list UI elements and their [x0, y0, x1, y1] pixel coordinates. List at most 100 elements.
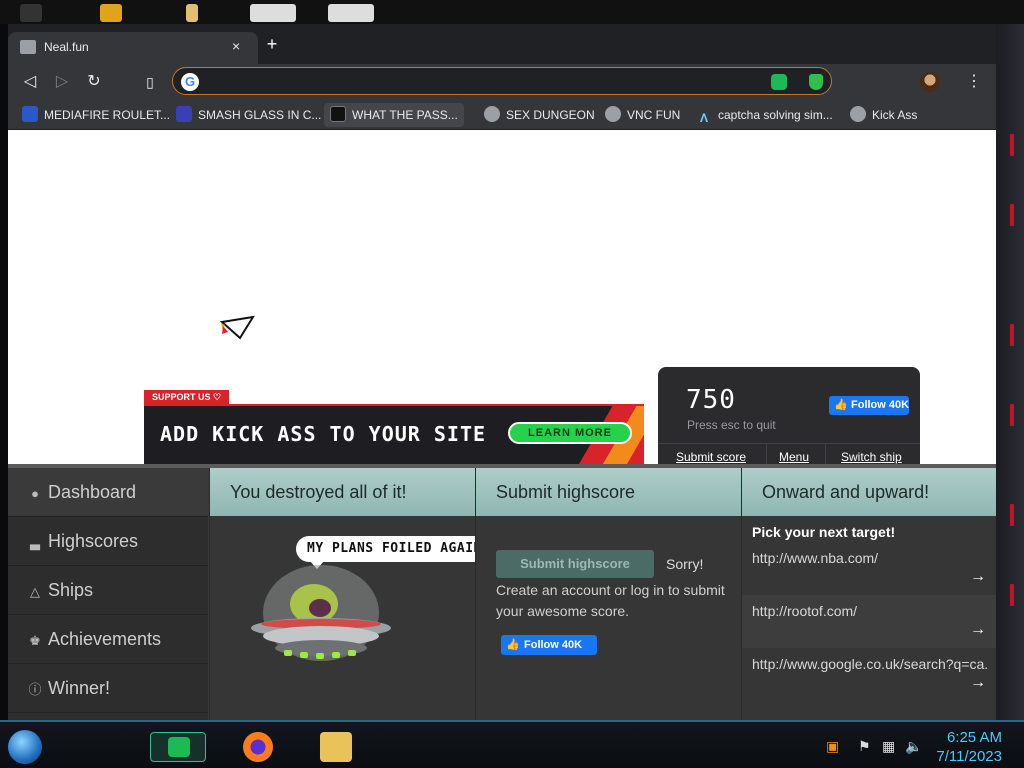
bookmark-label: MEDIAFIRE ROULET...: [44, 108, 171, 122]
thumbs-up-icon: 👍: [506, 639, 520, 651]
score-value: 750: [686, 385, 736, 415]
facebook-follow-button[interactable]: 👍 Follow 40K: [829, 396, 909, 415]
gear-icon: [605, 106, 621, 122]
podium-icon: ▃: [30, 535, 40, 550]
arrow-right-icon: →: [970, 674, 986, 691]
sidebar-item-winner[interactable]: ⓘ Winner!: [8, 664, 208, 713]
bookmark-vnc-fun[interactable]: VNC FUN: [605, 103, 680, 127]
bookmark-label: VNC FUN: [627, 108, 681, 122]
target-link[interactable]: http://rootof.com/ →: [742, 595, 996, 648]
address-input[interactable]: [207, 72, 757, 92]
desktop-icon[interactable]: [328, 4, 374, 22]
submit-highscore-header: Submit highscore: [476, 468, 741, 516]
reload-icon[interactable]: ↻: [82, 70, 106, 94]
submit-highscore-body: Submit highscore Sorry! Create an accoun…: [476, 516, 741, 720]
sidebar-item-achievements[interactable]: ♚ Achievements: [8, 615, 208, 664]
submit-score-link[interactable]: Submit score: [676, 450, 746, 464]
menu-link[interactable]: Menu: [779, 450, 809, 464]
bookmark-smash-glass[interactable]: SMASH GLASS IN C...: [176, 103, 321, 127]
switch-ship-link[interactable]: Switch ship: [841, 450, 902, 464]
frame-accent: [1010, 404, 1014, 426]
close-icon[interactable]: ×: [232, 38, 240, 54]
tab-nealfun[interactable]: Neal.fun ×: [8, 32, 258, 64]
system-clock[interactable]: 6:25 AM 7/11/2023: [930, 728, 1002, 766]
file-explorer-icon[interactable]: [320, 732, 352, 762]
next-target-body: Pick your next target! http://www.nba.co…: [742, 516, 996, 720]
target-link[interactable]: http://www.nba.com/ →: [742, 542, 996, 595]
firefox-icon[interactable]: [243, 732, 273, 762]
bookmark-captcha-sim[interactable]: Λcaptcha solving sim...: [696, 103, 833, 127]
frame-accent: [1010, 134, 1014, 156]
user-icon: ●: [31, 486, 39, 501]
network-icon[interactable]: ▦: [882, 738, 895, 755]
bookmarks-bar: MEDIAFIRE ROULET... SMASH GLASS IN C... …: [8, 100, 996, 130]
address-bar[interactable]: G: [172, 67, 832, 95]
tab-strip: Neal.fun × +: [8, 24, 996, 64]
support-us-tag[interactable]: SUPPORT US ♡: [144, 390, 230, 404]
extension-icon[interactable]: [771, 74, 787, 90]
add-kick-ass-banner[interactable]: ADD KICK ASS TO YOUR SITE LEARN MORE: [144, 404, 644, 464]
tray-app-icon[interactable]: ▣: [826, 738, 839, 755]
notes-icon: [168, 737, 190, 757]
submit-highscore-column: Submit highscore Submit highscore Sorry!…: [475, 468, 741, 720]
new-tab-button[interactable]: +: [262, 34, 282, 54]
browser-window: Neal.fun × + ◁ ▷ ↻ ▯ G ⋮ MEDIAFIRE ROULE…: [8, 24, 996, 720]
create-account-text[interactable]: Create an account or log in to submit yo…: [496, 580, 726, 622]
page-content[interactable]: SUPPORT US ♡ ADD KICK ASS TO YOUR SITE L…: [8, 130, 996, 720]
info-icon: ⓘ: [28, 682, 42, 697]
bookmark-label: SEX DUNGEON: [506, 108, 595, 122]
destroyed-header: You destroyed all of it!: [210, 468, 475, 516]
arrow-right-icon: →: [970, 568, 986, 585]
bookmark-sex-dungeon[interactable]: SEX DUNGEON: [484, 103, 595, 127]
esc-hint: Press esc to quit: [687, 418, 776, 432]
sidebar-item-highscores[interactable]: ▃ Highscores: [8, 517, 208, 566]
facebook-follow-button[interactable]: 👍 Follow 40K: [501, 635, 597, 655]
arrow-right-icon: →: [970, 621, 986, 638]
submit-highscore-button[interactable]: Submit highscore: [496, 550, 654, 578]
game-over-dashboard: ● Dashboard ▃ Highscores △ Ships ♚ Achieveme…: [8, 464, 996, 720]
desktop-icon[interactable]: [186, 4, 198, 22]
back-icon[interactable]: ◁: [18, 70, 42, 94]
sidebar-item-label: Achievements: [48, 629, 162, 649]
desktop-icon[interactable]: [100, 4, 122, 22]
target-url: http://rootof.com/: [752, 603, 858, 619]
desktop-icon[interactable]: [20, 4, 42, 22]
bookmark-label: captcha solving sim...: [718, 108, 833, 122]
next-target-column: Onward and upward! Pick your next target…: [741, 468, 996, 720]
sidebar-item-ships[interactable]: △ Ships: [8, 566, 208, 615]
bookmark-icon[interactable]: ▯: [138, 70, 162, 94]
forward-icon[interactable]: ▷: [50, 70, 74, 94]
follow-label: Follow 40K: [851, 399, 909, 411]
shield-icon[interactable]: [809, 74, 823, 90]
learn-more-button[interactable]: LEARN MORE: [508, 422, 632, 444]
bookmark-password-game[interactable]: WHAT THE PASS...: [324, 103, 464, 127]
taskbar: ▣ ⚑ ▦ 🔈 6:25 AM 7/11/2023: [0, 720, 1024, 768]
player-ship-icon[interactable]: [220, 314, 256, 340]
thumbs-up-icon: 👍: [834, 399, 848, 411]
sidebar-item-dashboard[interactable]: ● Dashboard: [8, 468, 208, 517]
pick-target-label: Pick your next target!: [752, 524, 896, 540]
follow-label: Follow 40K: [524, 639, 583, 651]
volume-icon[interactable]: 🔈: [905, 738, 922, 755]
bookmark-mediafire-roulette[interactable]: MEDIAFIRE ROULET...: [22, 103, 170, 127]
profile-avatar[interactable]: [920, 72, 940, 92]
clock-time: 6:25 AM: [946, 729, 1002, 746]
taskbar-app-notes[interactable]: [150, 732, 206, 762]
sorry-text: Sorry!: [666, 556, 704, 572]
desktop-icon[interactable]: [250, 4, 296, 22]
ship-icon: △: [30, 584, 40, 599]
browser-toolbar: ◁ ▷ ↻ ▯ G ⋮: [8, 64, 996, 100]
target-link[interactable]: http://www.google.co.uk/search?q=ca... →: [742, 648, 996, 701]
bookmark-label: SMASH GLASS IN C...: [198, 108, 322, 122]
menu-icon[interactable]: ⋮: [962, 70, 986, 94]
password-game-icon: [330, 106, 346, 122]
start-button[interactable]: [8, 730, 42, 764]
bookmark-kick-ass[interactable]: Kick Ass: [850, 103, 917, 127]
frame-accent: [1010, 324, 1014, 346]
gear-icon: [484, 106, 500, 122]
flag-icon[interactable]: ⚑: [858, 738, 871, 755]
smash-glass-icon: [176, 106, 192, 122]
tab-title: Neal.fun: [44, 40, 89, 54]
captcha-icon: Λ: [699, 111, 708, 125]
destroyed-column: You destroyed all of it! MY PLANS FOILED…: [209, 468, 493, 720]
